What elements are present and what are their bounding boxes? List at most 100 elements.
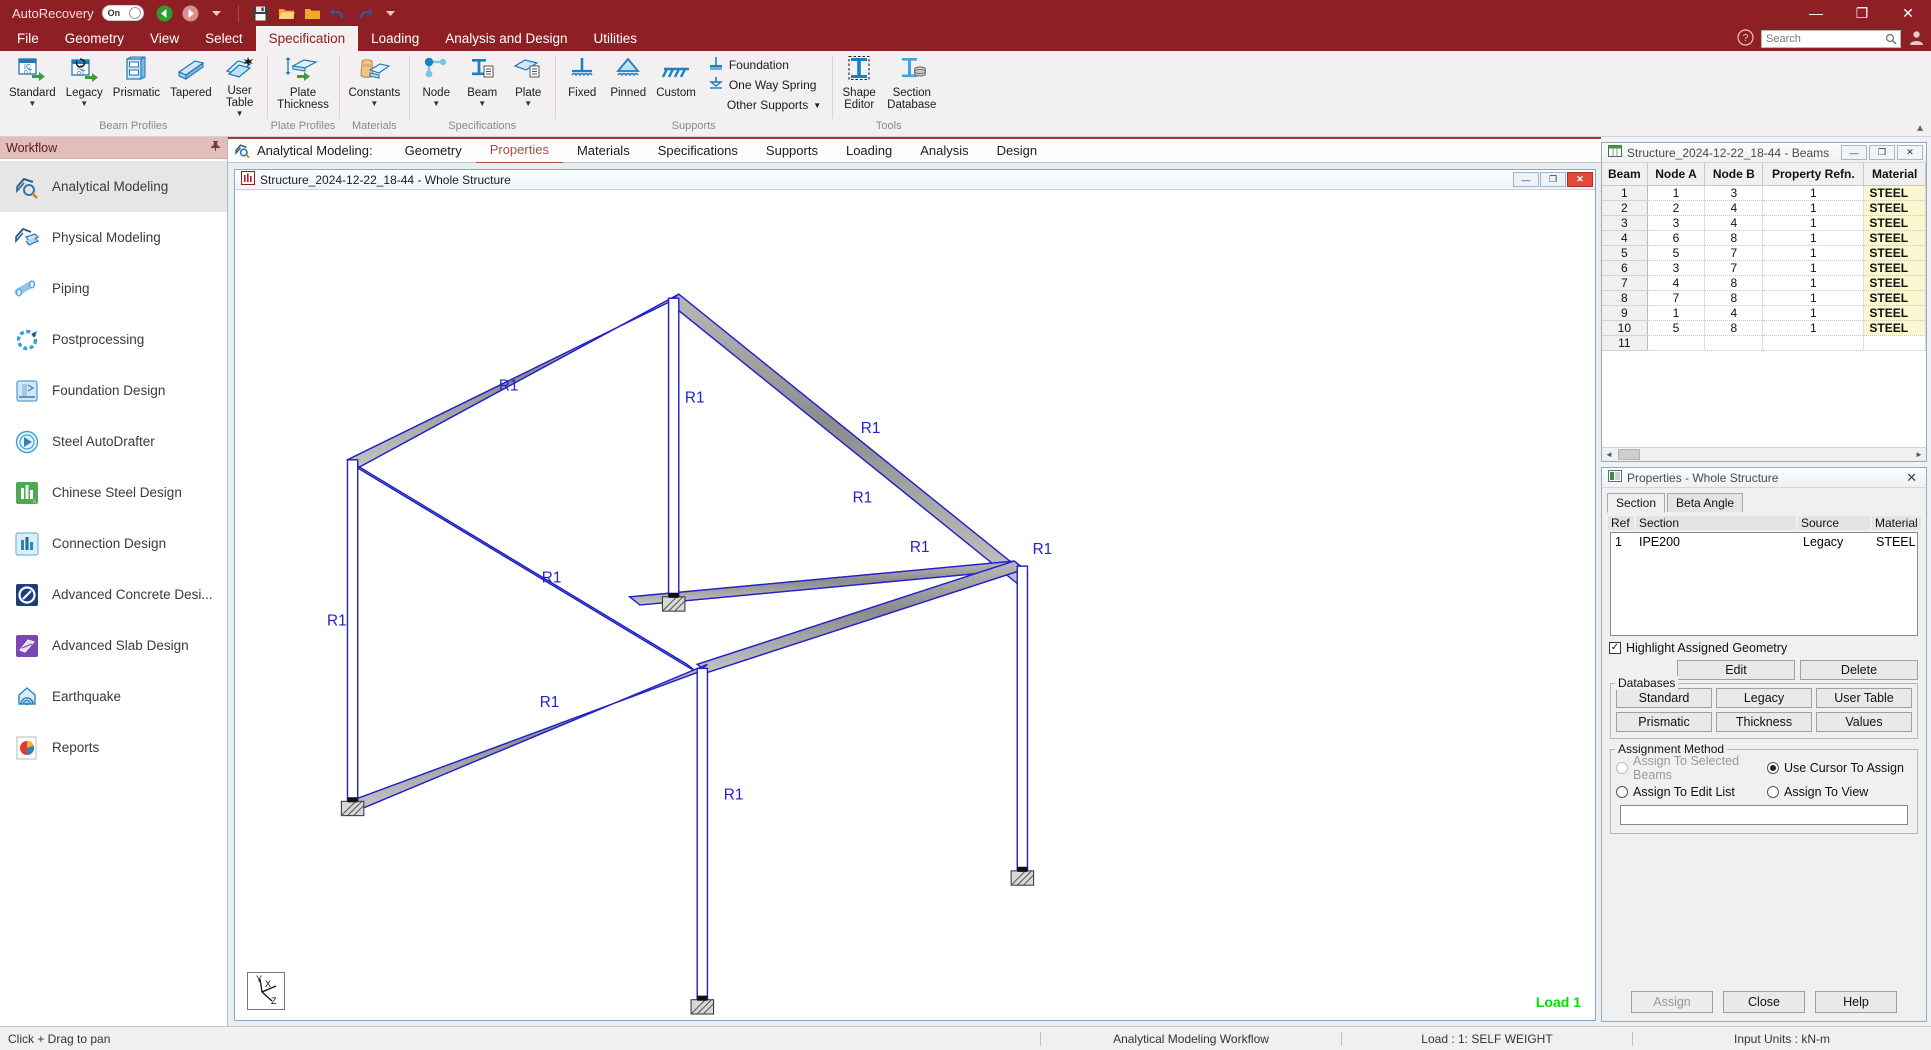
scroll-left-icon[interactable]: ◄: [1602, 448, 1616, 461]
radio-use-cursor-to-assign[interactable]: Use Cursor To Assign: [1767, 754, 1912, 782]
structure-view-minimize[interactable]: —: [1513, 172, 1539, 187]
autorecovery-toggle[interactable]: On: [102, 5, 144, 21]
beams-cell-property-refn[interactable]: 1: [1763, 215, 1864, 230]
beams-panel-maximize[interactable]: ❐: [1869, 145, 1895, 160]
beams-cell-node-a[interactable]: 1: [1647, 305, 1705, 320]
chevron-down-icon[interactable]: ▼: [524, 100, 532, 108]
tab-design[interactable]: Design: [983, 138, 1051, 164]
properties-panel-close[interactable]: ✕: [1900, 470, 1923, 486]
radio-assign-to-view[interactable]: Assign To View: [1767, 785, 1912, 799]
sidebar-item-connection-design[interactable]: Connection Design: [0, 518, 227, 569]
beams-cell-beam[interactable]: 4: [1602, 230, 1647, 245]
beams-cell-node-b[interactable]: 7: [1705, 245, 1763, 260]
ribbon-prismatic-button[interactable]: Prismatic: [108, 53, 165, 117]
ribbon-other-supports-button[interactable]: Other Supports ▼: [705, 95, 824, 115]
tab-specifications[interactable]: Specifications: [644, 138, 752, 164]
menu-specification[interactable]: Specification: [256, 26, 359, 51]
beams-cell-material[interactable]: STEEL: [1864, 275, 1926, 290]
ribbon-user-table-button[interactable]: UserTable ▼: [217, 53, 263, 117]
ribbon-foundation-button[interactable]: Foundation: [705, 55, 824, 75]
beams-cell-property-refn[interactable]: 1: [1763, 305, 1864, 320]
beams-cell-node-b[interactable]: 8: [1705, 320, 1763, 335]
beams-panel-minimize[interactable]: —: [1841, 145, 1867, 160]
beams-cell-material[interactable]: STEEL: [1864, 320, 1926, 335]
ribbon-beam-spec-button[interactable]: Beam ▼: [459, 53, 505, 117]
beams-cell-node-a[interactable]: 7: [1647, 290, 1705, 305]
beams-cell-node-b[interactable]: 8: [1705, 290, 1763, 305]
sidebar-item-foundation-design[interactable]: Foundation Design: [0, 365, 227, 416]
beams-cell-node-a[interactable]: 3: [1647, 260, 1705, 275]
menu-geometry[interactable]: Geometry: [52, 26, 137, 51]
beams-cell-node-b[interactable]: 3: [1705, 185, 1763, 200]
sidebar-item-reports[interactable]: Reports: [0, 722, 227, 773]
beams-cell-beam[interactable]: 8: [1602, 290, 1647, 305]
table-row[interactable]: 9141STEEL: [1602, 305, 1926, 320]
save-icon[interactable]: [252, 5, 269, 22]
sidebar-item-chinese-steel-design[interactable]: s Chinese Steel Design: [0, 467, 227, 518]
chevron-down-icon[interactable]: ▼: [432, 100, 440, 108]
sidebar-item-advanced-concrete-design[interactable]: Advanced Concrete Desi...: [0, 569, 227, 620]
beams-cell-node-b[interactable]: 7: [1705, 260, 1763, 275]
beams-cell-beam[interactable]: 2: [1602, 200, 1647, 215]
ribbon-pinned-support-button[interactable]: Pinned: [605, 53, 651, 117]
beams-cell-material[interactable]: STEEL: [1864, 290, 1926, 305]
help-icon[interactable]: ?: [1737, 29, 1754, 49]
legacy-database-button[interactable]: Legacy: [1716, 688, 1812, 708]
scroll-track[interactable]: [1616, 448, 1912, 461]
structure-view-close[interactable]: ✕: [1567, 172, 1593, 187]
prismatic-database-button[interactable]: Prismatic: [1616, 712, 1712, 732]
beams-cell-node-a[interactable]: 5: [1647, 320, 1705, 335]
beams-col-beam[interactable]: Beam: [1602, 163, 1647, 185]
beams-cell-material[interactable]: STEEL: [1864, 245, 1926, 260]
ribbon-fixed-support-button[interactable]: Fixed: [559, 53, 605, 117]
ribbon-one-way-spring-button[interactable]: One Way Spring: [705, 75, 824, 95]
search-input[interactable]: Search: [1761, 30, 1901, 48]
ribbon-custom-support-button[interactable]: Custom: [651, 53, 701, 117]
ribbon-plate-thickness-button[interactable]: PlateThickness: [272, 53, 334, 117]
beams-cell-property-refn[interactable]: 1: [1763, 290, 1864, 305]
menu-analysis-and-design[interactable]: Analysis and Design: [432, 26, 580, 51]
tab-loading[interactable]: Loading: [832, 138, 906, 164]
beams-cell-property-refn[interactable]: 1: [1763, 260, 1864, 275]
tab-geometry[interactable]: Geometry: [391, 138, 476, 164]
help-button[interactable]: Help: [1815, 991, 1897, 1013]
minimize-button[interactable]: —: [1793, 0, 1839, 26]
scroll-right-icon[interactable]: ►: [1912, 448, 1926, 461]
beams-col-node-b[interactable]: Node B: [1705, 163, 1763, 185]
beams-cell-node-b[interactable]: 8: [1705, 230, 1763, 245]
beams-cell-material[interactable]: STEEL: [1864, 305, 1926, 320]
beams-cell-material[interactable]: STEEL: [1864, 230, 1926, 245]
properties-list-row[interactable]: 1 IPE200 Legacy STEEL: [1611, 533, 1917, 549]
ribbon-standard-button[interactable]: IC oT Standard ▼: [4, 53, 61, 117]
user-table-database-button[interactable]: User Table: [1816, 688, 1912, 708]
table-row[interactable]: 4681STEEL: [1602, 230, 1926, 245]
beams-cell-node-b[interactable]: 4: [1705, 305, 1763, 320]
maximize-button[interactable]: ❐: [1839, 0, 1885, 26]
beams-cell-property-refn[interactable]: [1763, 335, 1864, 350]
beams-cell-property-refn[interactable]: 1: [1763, 230, 1864, 245]
ribbon-tapered-button[interactable]: Tapered: [165, 53, 217, 117]
beams-cell-property-refn[interactable]: 1: [1763, 200, 1864, 215]
beams-cell-material[interactable]: STEEL: [1864, 260, 1926, 275]
structure-view-maximize[interactable]: ❐: [1540, 172, 1566, 187]
properties-section-list[interactable]: 1 IPE200 Legacy STEEL: [1610, 532, 1918, 636]
beams-cell-property-refn[interactable]: 1: [1763, 185, 1864, 200]
customize-chevron-icon[interactable]: [382, 5, 399, 22]
folder-icon[interactable]: [304, 5, 321, 22]
sidebar-item-steel-autodrafter[interactable]: Steel AutoDrafter: [0, 416, 227, 467]
beams-col-node-a[interactable]: Node A: [1647, 163, 1705, 185]
beams-cell-property-refn[interactable]: 1: [1763, 320, 1864, 335]
sidebar-item-physical-modeling[interactable]: Physical Modeling: [0, 212, 227, 263]
menu-file[interactable]: File: [4, 26, 52, 51]
ribbon-constants-button[interactable]: Constants ▼: [343, 53, 405, 117]
beams-cell-node-b[interactable]: 8: [1705, 275, 1763, 290]
back-arrow-icon[interactable]: [156, 5, 173, 22]
sidebar-item-advanced-slab-design[interactable]: Advanced Slab Design: [0, 620, 227, 671]
beams-cell-node-a[interactable]: 6: [1647, 230, 1705, 245]
menu-view[interactable]: View: [137, 26, 192, 51]
beams-cell-beam[interactable]: 9: [1602, 305, 1647, 320]
radio-assign-to-edit-list[interactable]: Assign To Edit List: [1616, 785, 1761, 799]
sidebar-item-postprocessing[interactable]: Postprocessing: [0, 314, 227, 365]
sidebar-item-earthquake[interactable]: Earthquake: [0, 671, 227, 722]
table-row[interactable]: 2241STEEL: [1602, 200, 1926, 215]
